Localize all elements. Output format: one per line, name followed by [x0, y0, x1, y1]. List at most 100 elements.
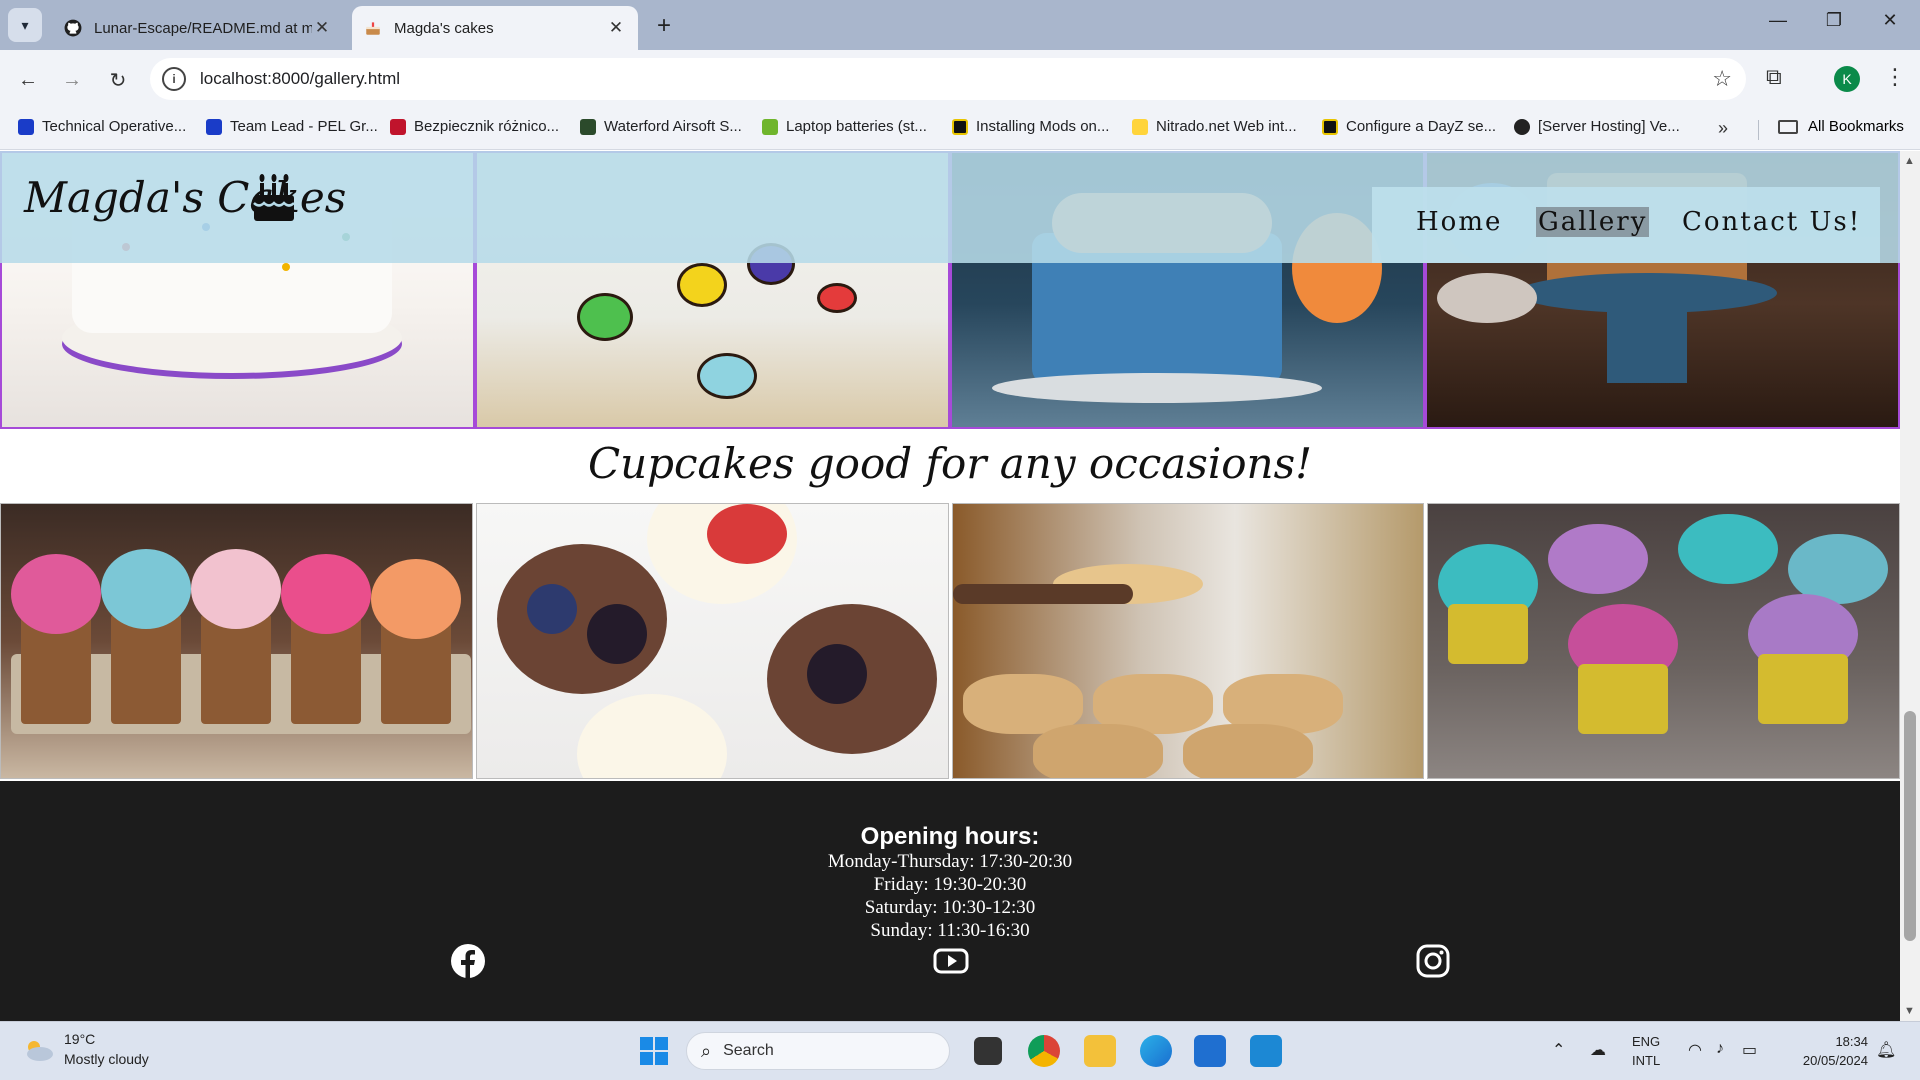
more-bookmarks-icon[interactable]: » [1718, 118, 1728, 139]
chrome-icon[interactable] [1028, 1035, 1060, 1067]
browser-toolbar: ← → ↻ i localhost:8000/gallery.html ☆ [0, 50, 1920, 108]
bookmark-label: [Server Hosting] Ve... [1538, 118, 1680, 135]
search-icon: ⌕ [701, 1040, 712, 1061]
page-viewport: Magda's Cakes Home Gallery Contact Us! C… [0, 151, 1900, 1021]
close-icon[interactable]: ✕ [606, 18, 626, 38]
instagram-icon[interactable] [1415, 943, 1451, 979]
bookmark-item[interactable]: Installing Mods on... [952, 118, 1109, 135]
new-tab-button[interactable]: + [652, 12, 676, 40]
folder-icon [1778, 119, 1798, 134]
nav-contact[interactable]: Contact Us! [1682, 207, 1861, 237]
bookmark-favicon-icon [762, 118, 778, 135]
all-bookmarks-label: All Bookmarks [1808, 118, 1904, 135]
wifi-icon[interactable]: ◠ [1688, 1040, 1702, 1060]
clock-time[interactable]: 18:34 [1835, 1034, 1868, 1049]
cloudy-weather-icon[interactable] [22, 1038, 54, 1062]
restore-button[interactable]: ❐ [1814, 10, 1854, 31]
bookmark-label: Configure a DayZ se... [1346, 118, 1497, 135]
gallery-image-berry-cupcakes[interactable] [475, 503, 949, 779]
close-window-button[interactable]: ✕ [1870, 10, 1910, 31]
battery-icon[interactable]: ▭ [1742, 1040, 1757, 1060]
opening-hours-title: Opening hours: [860, 823, 1040, 850]
notification-bell-icon[interactable]: 🔔︎ [1876, 1040, 1896, 1060]
tab-title: Magda's cakes [394, 19, 494, 37]
github-icon [1514, 118, 1530, 135]
site-footer: Opening hours: Monday-Thursday: 17:30-20… [0, 781, 1900, 1021]
extensions-icon[interactable]: ⧉ [1766, 64, 1782, 90]
vscode-icon[interactable] [1250, 1035, 1282, 1067]
scroll-up-arrow-icon[interactable]: ▲ [1904, 155, 1915, 167]
reload-button[interactable]: ↻ [102, 64, 134, 96]
bookmark-item[interactable]: Technical Operative... [18, 118, 186, 135]
microsoft-store-icon[interactable] [1194, 1035, 1226, 1067]
onedrive-icon[interactable]: ☁ [1590, 1040, 1606, 1060]
profile-avatar[interactable]: K [1834, 66, 1860, 92]
bookmark-label: Team Lead - PEL Gr... [230, 118, 378, 135]
youtube-icon[interactable] [933, 943, 969, 979]
tab-title: Lunar-Escape/README.md at m [94, 19, 312, 37]
bookmark-favicon-icon [390, 118, 406, 135]
gallery-image-frosted-cupcakes[interactable] [0, 503, 473, 779]
bookmark-label: Laptop batteries (st... [786, 118, 927, 135]
chevron-down-icon: ▾ [21, 16, 29, 33]
bookmark-favicon-icon [1132, 118, 1148, 135]
bookmark-item[interactable]: Team Lead - PEL Gr... [206, 118, 378, 135]
cake-favicon-icon [366, 22, 380, 35]
close-icon[interactable]: ✕ [312, 18, 332, 38]
bookmark-item[interactable]: Nitrado.net Web int... [1132, 118, 1297, 135]
bookmark-item[interactable]: [Server Hosting] Ve... [1514, 118, 1680, 135]
scrollbar-thumb[interactable] [1904, 711, 1916, 941]
back-button[interactable]: ← [12, 64, 44, 96]
github-icon [64, 19, 82, 37]
weather-description[interactable]: Mostly cloudy [64, 1051, 149, 1067]
site-info-icon[interactable]: i [162, 67, 186, 91]
bookmark-label: Bezpiecznik różnico... [414, 118, 560, 135]
nav-home[interactable]: Home [1416, 207, 1502, 237]
url-text[interactable]: localhost:8000/gallery.html [200, 69, 400, 89]
hours-line: Monday-Thursday: 17:30-20:30 [827, 851, 1073, 872]
minimize-button[interactable]: — [1758, 10, 1798, 31]
bookmark-label: Waterford Airsoft S... [604, 118, 742, 135]
all-bookmarks-button[interactable]: All Bookmarks [1778, 118, 1904, 135]
bookmark-item[interactable]: Bezpiecznik różnico... [390, 118, 559, 135]
site-logo[interactable]: Magda's Cakes [24, 173, 346, 222]
bookmarks-bar: Technical Operative... Team Lead - PEL G… [0, 108, 1920, 150]
bookmark-favicon-icon [18, 118, 34, 135]
bookmark-label: Nitrado.net Web int... [1156, 118, 1297, 135]
bookmark-item[interactable]: Waterford Airsoft S... [580, 118, 742, 135]
weather-temperature[interactable]: 19°C [64, 1031, 95, 1047]
bookmark-favicon-icon [580, 118, 596, 135]
browser-menu-icon[interactable]: ⋮ [1884, 64, 1906, 90]
scroll-down-arrow-icon[interactable]: ▼ [1904, 1005, 1915, 1017]
taskbar-search[interactable]: ⌕ Search [686, 1032, 950, 1070]
bookmark-favicon-icon [952, 118, 968, 135]
forward-button[interactable]: → [56, 64, 88, 96]
clock-date[interactable]: 20/05/2024 [1803, 1053, 1868, 1068]
gallery-image-tart-cupcakes[interactable] [951, 503, 1425, 779]
bookmark-star-icon[interactable]: ☆ [1712, 66, 1732, 92]
file-explorer-icon[interactable] [1084, 1035, 1116, 1067]
page-scrollbar[interactable]: ▲ ▼ [1900, 151, 1920, 1021]
site-header: Magda's Cakes Home Gallery Contact Us! [0, 151, 1900, 263]
facebook-icon[interactable] [450, 943, 486, 979]
bookmark-item[interactable]: Configure a DayZ se... [1322, 118, 1496, 135]
tab-magdas-cakes[interactable]: Magda's cakes ✕ [352, 6, 638, 50]
input-layout[interactable]: INTL [1632, 1053, 1660, 1068]
windows-start-icon[interactable] [638, 1035, 670, 1067]
address-bar[interactable]: i localhost:8000/gallery.html ☆ [150, 58, 1746, 100]
cupcakes-gallery-row [0, 503, 1900, 779]
bookmark-favicon-icon [1322, 118, 1338, 135]
nav-gallery[interactable]: Gallery [1536, 207, 1650, 237]
edge-icon[interactable] [1140, 1035, 1172, 1067]
divider [1758, 120, 1759, 140]
task-view-icon[interactable] [974, 1037, 1002, 1065]
input-language[interactable]: ENG [1632, 1034, 1660, 1049]
tab-search-button[interactable]: ▾ [8, 8, 42, 42]
hours-line: Friday: 19:30-20:30 [873, 874, 1027, 895]
gallery-image-sprinkle-cupcakes[interactable] [1427, 503, 1900, 779]
volume-icon[interactable]: ♪ [1716, 1040, 1724, 1058]
bookmark-favicon-icon [206, 118, 222, 135]
show-hidden-icons-icon[interactable]: ⌃ [1552, 1040, 1565, 1060]
tab-lunar-escape[interactable]: Lunar-Escape/README.md at m ✕ [52, 6, 344, 50]
bookmark-item[interactable]: Laptop batteries (st... [762, 118, 927, 135]
